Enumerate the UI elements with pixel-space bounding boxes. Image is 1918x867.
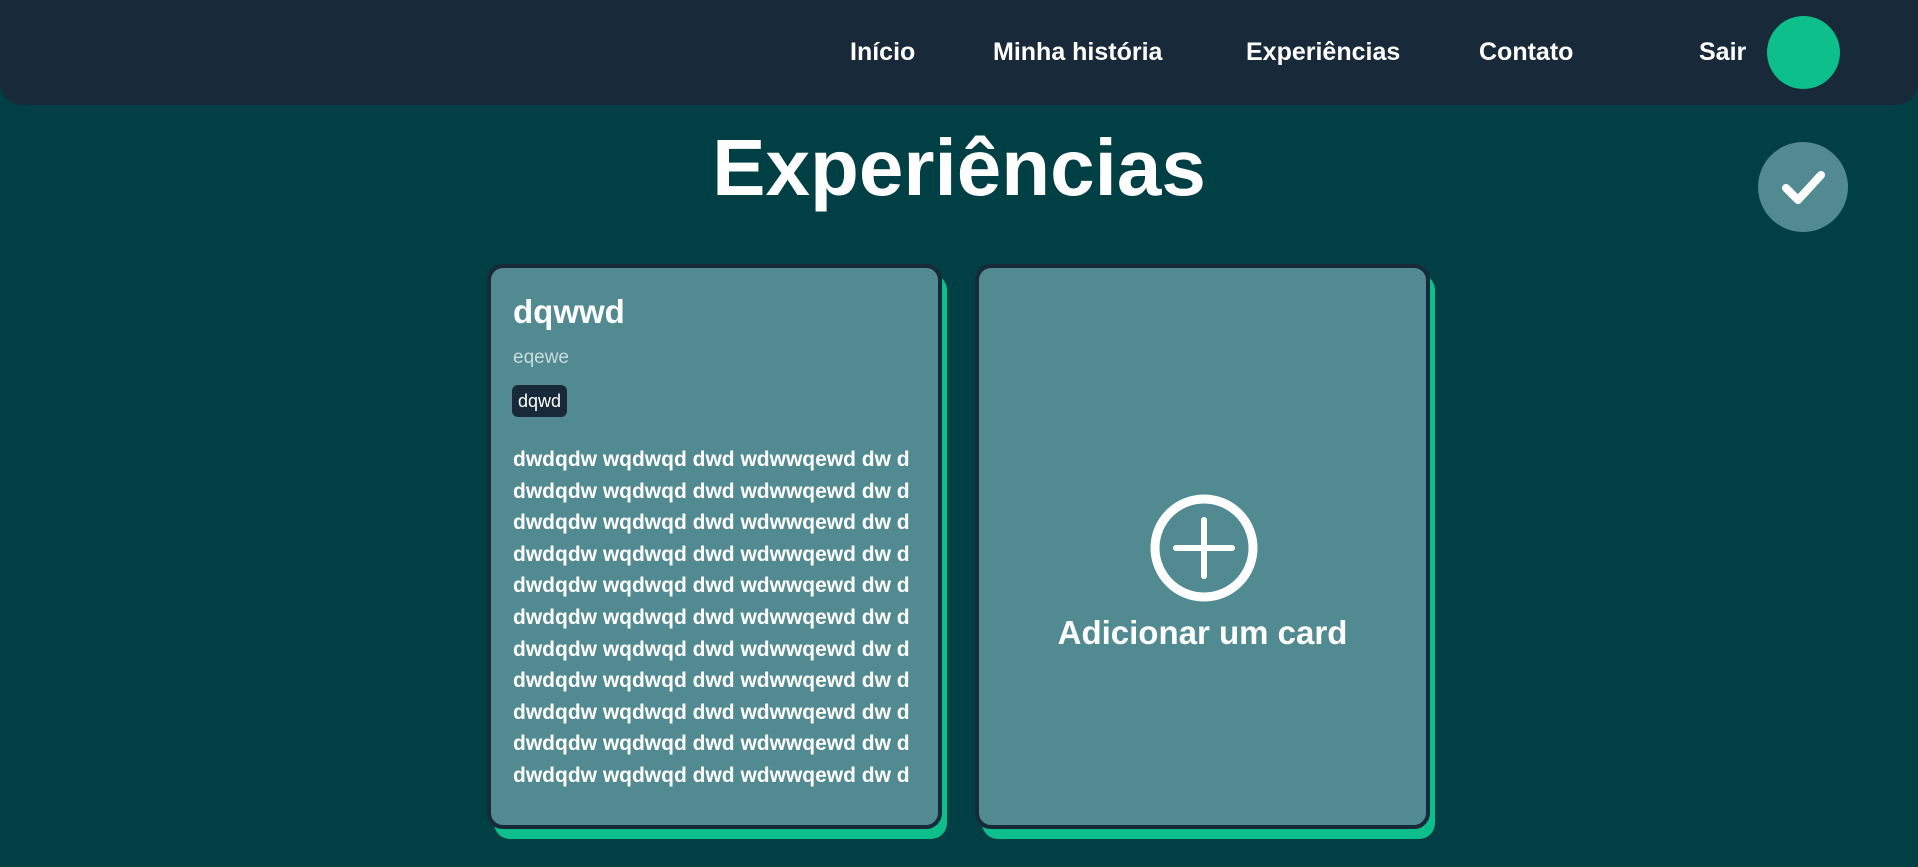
add-card-button[interactable]: Adicionar um card xyxy=(975,264,1430,829)
confirm-button[interactable] xyxy=(1758,142,1848,232)
card-tag: dqwd xyxy=(512,385,568,417)
card-description-line: dwdqdw wqdwqd dwd wdwwqewd dw d xyxy=(513,479,910,503)
top-navbar: Início Minha história Experiências Conta… xyxy=(0,0,1918,105)
card-description-line: dwdqdw wqdwqd dwd wdwwqewd dw d xyxy=(513,605,910,629)
avatar[interactable] xyxy=(1767,16,1840,89)
nav-link-contato[interactable]: Contato xyxy=(1479,35,1573,69)
card-description-line: dwdqdw wqdwqd dwd wdwwqewd dw d xyxy=(513,574,910,598)
card-description-line: dwdqdw wqdwqd dwd wdwwqewd dw d xyxy=(513,669,910,693)
card-description-line: dwdqdw wqdwqd dwd wdwwqewd dw d xyxy=(513,763,910,787)
card-description-line: dwdqdw wqdwqd dwd wdwwqewd dw d xyxy=(513,637,910,661)
check-icon xyxy=(1782,171,1825,204)
card-description-line: dwdqdw wqdwqd dwd wdwwqewd dw d xyxy=(513,448,910,471)
add-card-wrapper: Adicionar um card xyxy=(975,264,1435,839)
card-description-line: dwdqdw wqdwqd dwd wdwwqewd dw d xyxy=(513,511,910,535)
logout-link[interactable]: Sair xyxy=(1699,35,1746,69)
card-description-line: dwdqdw wqdwqd dwd wdwwqewd dw d xyxy=(513,700,910,724)
nav-link-inicio[interactable]: Início xyxy=(850,35,915,69)
plus-circle-icon xyxy=(1150,494,1258,602)
card-description-line: dwdqdw wqdwqd dwd wdwwqewd dw d xyxy=(513,732,910,756)
card-description: dwdqdw wqdwqd dwd wdwwqewd dw d dwdqdw w… xyxy=(513,444,933,792)
nav-link-minha-historia[interactable]: Minha história xyxy=(993,35,1162,69)
page-title: Experiências xyxy=(712,123,1206,212)
card-title: dqwwd xyxy=(513,293,625,330)
card-subtitle: eqewe xyxy=(513,347,569,368)
page: Início Minha história Experiências Conta… xyxy=(0,0,1918,867)
experience-card[interactable]: dqwwd eqewe dqwd dwdqdw wqdwqd dwd wdwwq… xyxy=(487,264,942,829)
experience-card-wrapper: dqwwd eqewe dqwd dwdqdw wqdwqd dwd wdwwq… xyxy=(487,264,947,839)
card-description-line: dwdqdw wqdwqd dwd wdwwqewd dw d xyxy=(513,542,910,566)
add-card-label: Adicionar um card xyxy=(1057,614,1348,651)
nav-link-experiencias[interactable]: Experiências xyxy=(1246,35,1400,69)
